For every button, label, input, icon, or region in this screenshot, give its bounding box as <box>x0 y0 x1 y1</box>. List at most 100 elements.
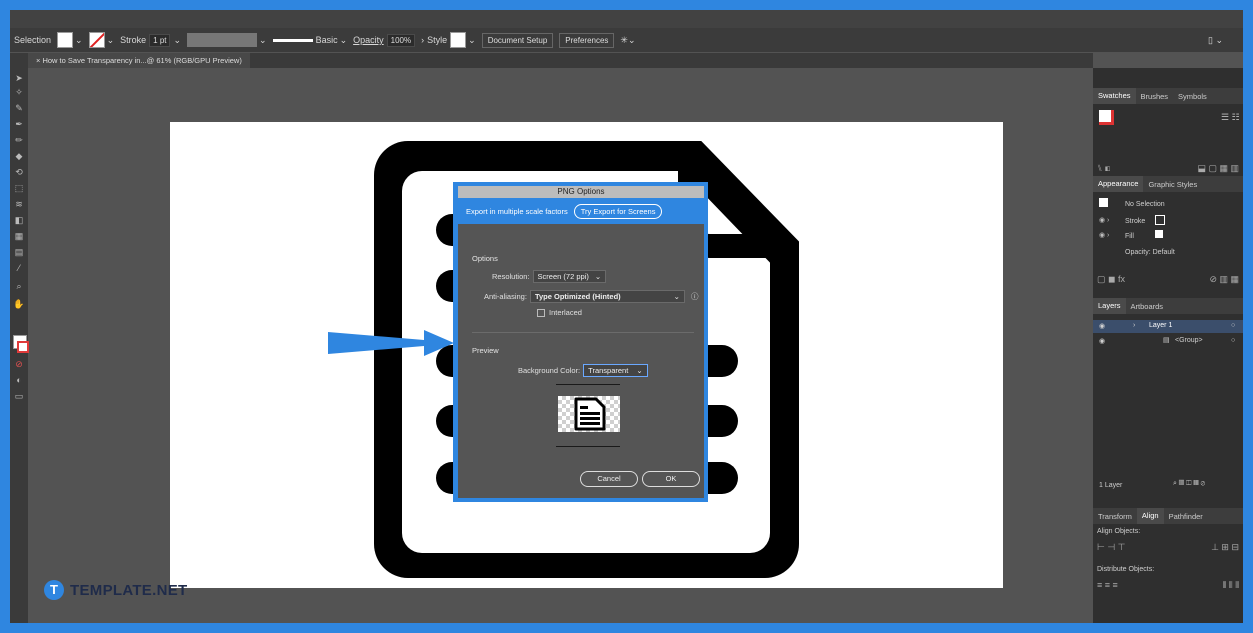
appearance-fill-row[interactable]: Fill <box>1125 233 1134 240</box>
antialias-label: Anti-aliasing <box>484 292 525 301</box>
eraser-tool-icon[interactable]: ◆ <box>13 151 25 161</box>
antialias-select[interactable]: Type Optimized (Hinted) ⌄ <box>529 290 685 303</box>
tab-swatches[interactable]: Swatches <box>1093 88 1136 104</box>
template-net-watermark: T TEMPLATE.NET <box>44 580 187 600</box>
appearance-opacity-row[interactable]: Opacity: Default <box>1125 249 1175 256</box>
magic-wand-icon[interactable]: ✎ <box>13 103 25 113</box>
target-icon[interactable]: ○ <box>1231 322 1235 329</box>
scale-tool-icon[interactable]: ⬚ <box>13 183 25 193</box>
opacity-label: Opacity <box>353 35 384 45</box>
background-color-row: Background Color: Transparent ⌄ <box>518 364 648 377</box>
stroke-weight[interactable]: Stroke 1 pt ⌄ <box>120 33 181 47</box>
banner-text: Export in multiple scale factors <box>466 206 568 216</box>
visibility-icon[interactable]: ◉ › <box>1099 216 1109 224</box>
resolution-label: Resolution <box>492 272 528 281</box>
style-control[interactable]: › Style ⌄ <box>421 32 476 48</box>
preview-guide-line <box>556 384 620 385</box>
tab-transform[interactable]: Transform <box>1093 512 1137 521</box>
dialog-title: PNG Options <box>458 186 704 198</box>
visibility-icon[interactable]: ◉ <box>1099 337 1105 345</box>
interlaced-label: Interlaced <box>549 308 582 317</box>
document-tab-label: How to Save Transparency in...@ 61% (RGB… <box>42 56 242 65</box>
draw-mode-icon[interactable]: ◐ <box>13 375 25 385</box>
rotate-tool-icon[interactable]: ⟲ <box>13 167 25 177</box>
pencil-tool-icon[interactable]: ✏ <box>13 135 25 145</box>
sublayer-name[interactable]: <Group> <box>1175 337 1203 344</box>
brush-definition[interactable]: Basic ⌄ <box>272 35 347 46</box>
tab-artboards[interactable]: Artboards <box>1126 302 1169 311</box>
antialias-row: Anti-aliasing: Type Optimized (Hinted) ⌄ … <box>484 290 699 303</box>
document-setup-button[interactable]: Document Setup <box>481 32 554 48</box>
document-tab[interactable]: × How to Save Transparency in...@ 61% (R… <box>28 53 250 68</box>
layer-row[interactable]: ◉ › Layer 1 ○ <box>1093 320 1243 333</box>
graph-tool-icon[interactable]: ▤ <box>13 247 25 257</box>
resolution-select[interactable]: Screen (72 ppi) ⌄ <box>532 270 607 283</box>
screen-mode-icon[interactable]: ▭ <box>13 391 25 401</box>
stroke-none-icon[interactable] <box>1155 215 1165 227</box>
expand-icon[interactable]: › <box>1133 322 1135 329</box>
ok-button[interactable]: OK <box>642 471 700 487</box>
appearance-footer-icons: ▢ ◼ fx ⊘ ▥ ▦ <box>1097 274 1239 284</box>
export-for-screens-button[interactable]: Try Export for Screens <box>573 203 663 219</box>
stroke-weight-input[interactable]: 1 pt <box>149 33 171 47</box>
selection-swatch-icon <box>1099 198 1108 209</box>
variable-width-profile[interactable]: ⌄ <box>187 33 267 47</box>
puppet-icon[interactable]: ✳⌄ <box>620 35 635 46</box>
cancel-button[interactable]: Cancel <box>580 471 638 487</box>
appearance-stroke-row[interactable]: Stroke <box>1125 218 1145 225</box>
document-preview-icon <box>574 397 606 431</box>
resolution-row: Resolution: Screen (72 ppi) ⌄ <box>492 270 607 283</box>
stroke-color-icon[interactable] <box>17 341 29 353</box>
workspace-switcher-icon[interactable]: ▯ ⌄ <box>1208 35 1223 46</box>
distribute-objects-icons[interactable]: ≡ ≡ ≡ ⫴ ⫴ ⫴ <box>1097 580 1239 591</box>
zoom-tool-icon[interactable]: ⌕ <box>13 281 25 291</box>
list-view-icon[interactable]: ☰ ☷ <box>1221 112 1240 123</box>
background-color-select[interactable]: Transparent ⌄ <box>583 364 648 377</box>
right-panel-dock: Swatches Brushes Symbols ☰ ☷ ⑊ ◧ ⬓ ▢ ▦ ▥ … <box>1093 68 1243 623</box>
shape-builder-icon[interactable]: ◧ <box>13 215 25 225</box>
fill-white-icon[interactable] <box>1155 230 1163 240</box>
eyedropper-icon[interactable]: ⁄ <box>13 263 25 273</box>
layer-count-label: 1 Layer <box>1099 482 1123 489</box>
tab-align[interactable]: Align <box>1136 508 1164 524</box>
document-tab-bar: × How to Save Transparency in...@ 61% (R… <box>28 53 1093 68</box>
pen-tool-icon[interactable]: ✒ <box>13 119 25 129</box>
section-divider <box>472 332 694 333</box>
tab-graphic-styles[interactable]: Graphic Styles <box>1143 180 1202 189</box>
layer-name[interactable]: Layer 1 <box>1149 322 1172 329</box>
stroke-swatch[interactable]: ⌄ <box>88 32 114 48</box>
preview-section-label: Preview <box>472 346 499 355</box>
selection-tool-icon[interactable]: ➤ <box>13 73 25 83</box>
width-tool-icon[interactable]: ≋ <box>13 199 25 209</box>
target-icon[interactable]: ○ <box>1231 337 1235 344</box>
export-banner: Export in multiple scale factors Try Exp… <box>458 198 704 224</box>
preferences-button[interactable]: Preferences <box>559 32 615 48</box>
stroke-label: Stroke <box>120 35 147 45</box>
brush-style-label: Basic <box>315 35 338 45</box>
annotation-arrow-icon <box>328 330 454 356</box>
antialias-value: Type Optimized (Hinted) <box>534 292 621 301</box>
gradient-tool-icon[interactable]: ▦ <box>13 231 25 241</box>
align-objects-icons[interactable]: ⊢ ⊣ ⊤ ⊥ ⊞ ⊟ <box>1097 542 1239 553</box>
tab-layers[interactable]: Layers <box>1093 298 1126 314</box>
opacity-input[interactable]: 100% <box>386 33 416 47</box>
visibility-icon[interactable]: ◉ › <box>1099 231 1109 239</box>
visibility-icon[interactable]: ◉ <box>1099 322 1105 330</box>
interlaced-checkbox[interactable] <box>537 308 545 317</box>
none-color-icon[interactable]: ⊘ <box>13 359 25 369</box>
sublayer-row[interactable]: ◉ ▤ <Group> ○ <box>1093 335 1243 348</box>
info-icon[interactable]: ⓘ <box>691 291 699 302</box>
tab-pathfinder[interactable]: Pathfinder <box>1164 512 1208 521</box>
fill-swatch[interactable]: ⌄ <box>57 32 83 48</box>
tab-brushes[interactable]: Brushes <box>1136 92 1174 101</box>
tab-symbols[interactable]: Symbols <box>1173 92 1212 101</box>
control-bar: Selection ⌄ ⌄ Stroke 1 pt ⌄ ⌄ Basic ⌄ Opaci… <box>10 28 1243 52</box>
hand-tool-icon[interactable]: ✋ <box>13 299 25 309</box>
direct-selection-icon[interactable]: ✧ <box>13 87 25 97</box>
preview-guide-line <box>556 446 620 447</box>
group-thumbnail-icon: ▤ <box>1163 337 1170 344</box>
opacity-control[interactable]: Opacity 100% <box>353 33 416 47</box>
fill-stroke-icon[interactable] <box>1099 110 1114 127</box>
tab-appearance[interactable]: Appearance <box>1093 176 1144 192</box>
interlaced-row[interactable]: Interlaced <box>537 308 582 317</box>
